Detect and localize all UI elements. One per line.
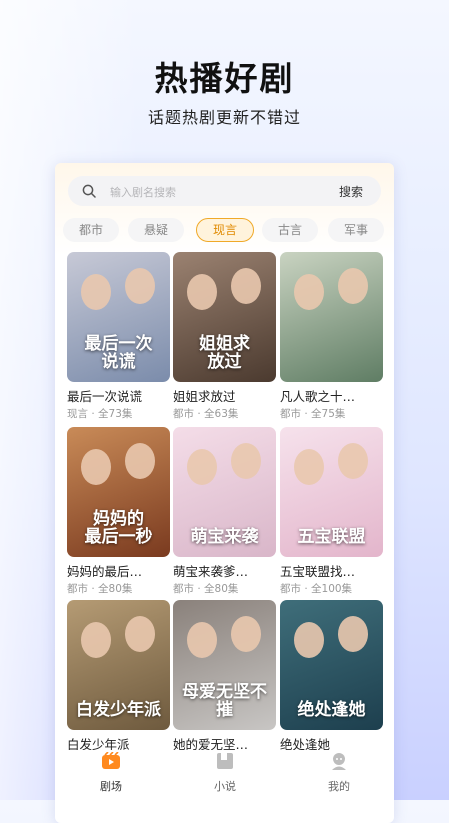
drama-title[interactable]: 凡人歌之十…: [280, 386, 383, 405]
book-icon: [217, 753, 233, 769]
poster-figure: [294, 274, 324, 310]
poster-title-text: 五宝联盟: [297, 527, 366, 548]
poster-title-text: 萌宝来袭: [190, 527, 259, 548]
drama-meta: 现言 · 全73集: [67, 408, 133, 420]
category-tab-active[interactable]: 现言: [196, 218, 254, 242]
search-icon: [82, 184, 96, 198]
category-tabs: 都市 悬疑 现言 古言 军事: [55, 218, 394, 244]
drama-title[interactable]: 姐姐求放过: [173, 386, 276, 405]
category-tab[interactable]: 悬疑: [128, 218, 184, 242]
drama-meta: 都市 · 全75集: [280, 408, 346, 420]
poster-figure: [81, 274, 111, 310]
drama-card[interactable]: 凡人歌之十… 都市 · 全75集: [280, 252, 383, 421]
hero-subtitle: 话题热剧更新不错过: [147, 108, 301, 127]
drama-poster[interactable]: 绝处逢她: [280, 600, 383, 730]
search-button[interactable]: 搜索: [339, 183, 363, 200]
drama-poster[interactable]: 白发少年派: [67, 600, 170, 730]
category-tab[interactable]: 古言: [262, 218, 318, 242]
hero-title: 热播好剧: [154, 59, 295, 98]
poster-figure: [187, 274, 217, 310]
poster-figure: [338, 616, 368, 652]
poster-figure: [187, 622, 217, 658]
drama-card[interactable]: 五宝联盟五宝联盟找… 都市 · 全100集: [280, 427, 383, 596]
drama-card[interactable]: 绝处逢她绝处逢她现言 · 全44集: [280, 600, 383, 769]
drama-title[interactable]: 五宝联盟找…: [280, 561, 383, 580]
drama-meta: 都市 · 全80集: [67, 583, 133, 595]
tab-mine[interactable]: 我的: [309, 750, 369, 794]
poster-figure: [231, 443, 261, 479]
drama-card[interactable]: 母爱无坚不摧她的爱无坚…都市 · 全50集: [173, 600, 276, 769]
category-tab[interactable]: 都市: [63, 218, 119, 242]
drama-title[interactable]: 萌宝来袭爹…: [173, 561, 276, 580]
drama-poster[interactable]: 五宝联盟: [280, 427, 383, 557]
poster-title-text: 妈妈的 最后一秒: [84, 509, 153, 548]
tab-label: 我的: [328, 780, 350, 793]
poster-figure: [125, 268, 155, 304]
drama-card[interactable]: 白发少年派白发少年派都市 · 全30集: [67, 600, 170, 769]
drama-title[interactable]: 最后一次说谎: [67, 386, 170, 405]
poster-figure: [294, 622, 324, 658]
drama-poster[interactable]: 姐姐求 放过: [173, 252, 276, 382]
poster-title-text: 母爱无坚不摧: [182, 682, 267, 721]
drama-poster[interactable]: 妈妈的 最后一秒: [67, 427, 170, 557]
poster-figure: [294, 449, 324, 485]
poster-figure: [187, 449, 217, 485]
bottom-tab-bar: 剧场 小说 我的: [55, 750, 394, 800]
drama-card[interactable]: 最后一次 说谎最后一次说谎现言 · 全73集: [67, 252, 170, 421]
search-bar[interactable]: 输入剧名搜索 搜索: [68, 176, 381, 206]
poster-title-text: 姐姐求 放过: [199, 334, 250, 373]
poster-title-text: 白发少年派: [76, 700, 161, 721]
poster-figure: [338, 268, 368, 304]
tab-novel[interactable]: 小说: [195, 750, 255, 794]
drama-meta: 都市 · 全100集: [280, 583, 353, 595]
drama-title[interactable]: 妈妈的最后…: [67, 561, 170, 580]
poster-figure: [231, 616, 261, 652]
poster-title-text: 绝处逢她: [297, 700, 366, 721]
poster-figure: [81, 622, 111, 658]
category-tab[interactable]: 军事: [328, 218, 384, 242]
poster-figure: [231, 268, 261, 304]
drama-card[interactable]: 萌宝来袭萌宝来袭爹… 都市 · 全80集: [173, 427, 276, 596]
drama-poster[interactable]: [280, 252, 383, 382]
drama-card[interactable]: 姐姐求 放过姐姐求放过都市 · 全63集: [173, 252, 276, 421]
drama-poster[interactable]: 母爱无坚不摧: [173, 600, 276, 730]
drama-meta: 都市 · 全63集: [173, 408, 239, 420]
poster-figure: [338, 443, 368, 479]
drama-meta: 都市 · 全80集: [173, 583, 239, 595]
poster-figure: [125, 616, 155, 652]
person-icon: [332, 753, 346, 770]
drama-card[interactable]: 妈妈的 最后一秒妈妈的最后… 都市 · 全80集: [67, 427, 170, 596]
poster-figure: [81, 449, 111, 485]
poster-title-text: 最后一次 说谎: [84, 334, 153, 373]
poster-figure: [125, 443, 155, 479]
drama-poster[interactable]: 萌宝来袭: [173, 427, 276, 557]
drama-poster[interactable]: 最后一次 说谎: [67, 252, 170, 382]
app-screen: 输入剧名搜索 搜索 都市 悬疑 现言 古言 军事 最后一次 说谎 最后一次说谎 现言…: [55, 163, 394, 823]
search-input[interactable]: 输入剧名搜索: [110, 184, 176, 200]
tab-label: 剧场: [100, 780, 122, 793]
tab-theater[interactable]: 剧场: [81, 750, 141, 794]
tab-label: 小说: [214, 780, 236, 793]
film-icon: [102, 751, 120, 769]
